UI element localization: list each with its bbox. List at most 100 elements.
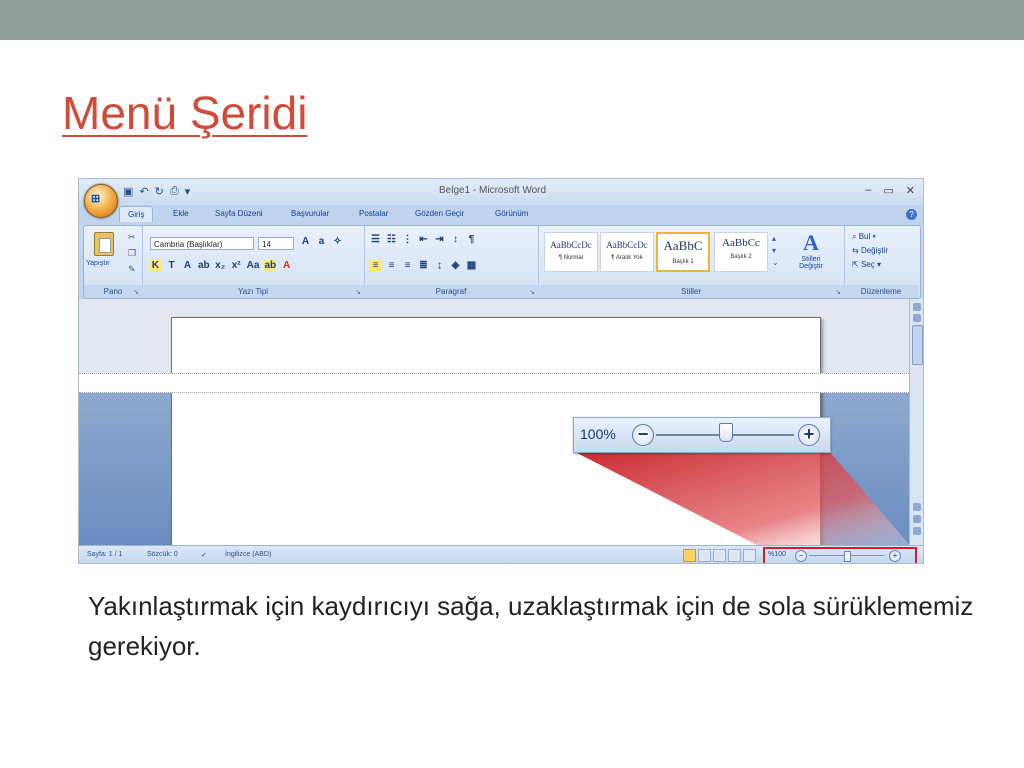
style-heading-1[interactable]: AaBbC Başlık 1 xyxy=(656,232,710,272)
close-icon[interactable]: ✕ xyxy=(906,184,915,197)
clear-format-icon[interactable]: ✧ xyxy=(332,236,343,247)
zoom-slider-thumb[interactable] xyxy=(719,423,733,442)
ribbon-tabs: Giriş Ekle Sayfa Düzeni Başvurular Posta… xyxy=(79,205,923,225)
zoom-out-small-icon[interactable]: − xyxy=(795,550,807,562)
draft-icon[interactable] xyxy=(743,549,756,562)
replace-label: Değiştir xyxy=(860,246,889,255)
web-layout-icon[interactable] xyxy=(713,549,726,562)
paste-button[interactable]: Yapıştır xyxy=(86,260,110,267)
help-icon[interactable]: ? xyxy=(906,209,917,220)
format-painter-icon[interactable]: ✎ xyxy=(128,264,136,275)
tab-ekle[interactable]: Ekle xyxy=(173,209,189,218)
shading-icon[interactable]: ◈ xyxy=(450,260,461,271)
clipboard-launcher-icon[interactable]: ↘ xyxy=(133,288,139,296)
scroll-thumb[interactable] xyxy=(912,325,923,365)
zoom-slider-small-thumb[interactable] xyxy=(844,551,851,562)
outline-icon[interactable] xyxy=(728,549,741,562)
status-page[interactable]: Sayfa: 1 / 1 xyxy=(87,551,122,558)
minimize-icon[interactable]: – xyxy=(865,184,871,197)
tab-basvurular[interactable]: Başvurular xyxy=(291,209,329,218)
slide-title: Menü Şeridi xyxy=(62,87,308,139)
styles-scroll-up-icon[interactable]: ▴ xyxy=(772,234,776,243)
copy-icon[interactable]: ❐ xyxy=(128,248,136,259)
line-spacing-icon[interactable]: ↨ xyxy=(434,260,445,271)
style-sample: AaBbCc xyxy=(722,237,760,249)
print-layout-icon[interactable] xyxy=(683,549,696,562)
replace-button[interactable]: ⇆ Değiştir xyxy=(852,246,888,255)
tab-giris[interactable]: Giriş xyxy=(119,206,154,222)
maximize-icon[interactable]: ▭ xyxy=(883,184,893,197)
pilcrow-icon[interactable]: ¶ xyxy=(466,234,477,245)
tab-sayfa-duzeni[interactable]: Sayfa Düzeni xyxy=(215,209,263,218)
bold-icon[interactable]: K xyxy=(150,260,161,271)
change-styles-button[interactable]: A Stilleri Değiştir xyxy=(790,230,832,270)
tab-gorunum[interactable]: Görünüm xyxy=(495,209,528,218)
decrease-indent-icon[interactable]: ⇤ xyxy=(418,234,429,245)
cut-icon[interactable]: ✂ xyxy=(128,232,136,243)
zoom-in-icon[interactable]: + xyxy=(798,424,820,446)
highlight-color-icon[interactable]: ab xyxy=(264,260,277,271)
align-center-icon[interactable]: ≡ xyxy=(386,260,397,271)
style-normal[interactable]: AaBbCcDc ¶ Normal xyxy=(544,232,598,272)
save-icon[interactable]: ▣ xyxy=(123,185,133,198)
print-icon[interactable]: ⎙ xyxy=(170,185,179,198)
styles-more-icon[interactable]: ⌄ xyxy=(772,258,779,267)
superscript-icon[interactable]: x² xyxy=(231,260,242,271)
shrink-font-icon[interactable]: a xyxy=(316,236,327,247)
italic-icon[interactable]: T xyxy=(166,260,177,271)
zoom-out-icon[interactable]: − xyxy=(632,424,654,446)
find-button[interactable]: ⌕ Bul ▾ xyxy=(852,232,876,242)
tab-postalar[interactable]: Postalar xyxy=(359,209,388,218)
subscript-icon[interactable]: x₂ xyxy=(215,260,226,271)
proofing-icon[interactable]: ✓ xyxy=(201,551,207,559)
align-left-icon[interactable]: ≡ xyxy=(370,260,381,271)
paragraph-launcher-icon[interactable]: ↘ xyxy=(529,288,535,296)
styles-scroll-down-icon[interactable]: ▾ xyxy=(772,246,776,255)
multilevel-list-icon[interactable]: ⋮ xyxy=(402,234,413,245)
font-color-icon[interactable]: A xyxy=(281,260,292,271)
redo-icon[interactable]: ↻ xyxy=(155,185,164,198)
paste-icon[interactable] xyxy=(94,232,114,256)
tab-gozden-gecir[interactable]: Gözden Geçir xyxy=(415,209,464,218)
quick-access-toolbar: ▣ ↶ ↻ ⎙ ▾ xyxy=(123,185,190,198)
styles-launcher-icon[interactable]: ↘ xyxy=(835,288,841,296)
underline-icon[interactable]: A xyxy=(182,260,193,271)
select-button[interactable]: ⇱ Seç ▾ xyxy=(852,260,881,269)
zoom-in-small-icon[interactable]: + xyxy=(889,550,901,562)
select-icon: ⇱ xyxy=(852,260,859,269)
office-button[interactable]: ⊞ xyxy=(84,184,118,218)
font-name-field[interactable]: Cambria (Başlıklar) xyxy=(150,237,254,250)
replace-icon: ⇆ xyxy=(852,246,859,255)
sort-icon[interactable]: ↕ xyxy=(450,234,461,245)
font-launcher-icon[interactable]: ↘ xyxy=(355,288,361,296)
style-name: Başlık 1 xyxy=(672,259,694,265)
scroll-up-icon[interactable] xyxy=(913,314,921,322)
status-words[interactable]: Sözcük: 0 xyxy=(147,551,178,558)
style-name: Başlık 2 xyxy=(730,254,752,260)
font-size-field[interactable]: 14 xyxy=(258,237,294,250)
increase-indent-icon[interactable]: ⇥ xyxy=(434,234,445,245)
borders-icon[interactable]: ▦ xyxy=(466,260,477,271)
prev-page-icon[interactable] xyxy=(913,515,921,523)
grow-font-icon[interactable]: A xyxy=(300,236,311,247)
change-case-icon[interactable]: Aa xyxy=(247,260,260,271)
undo-icon[interactable]: ↶ xyxy=(139,185,148,198)
bullets-icon[interactable]: ☰ xyxy=(370,234,381,245)
strikethrough-icon[interactable]: ab xyxy=(198,260,210,271)
style-heading-2[interactable]: AaBbCc Başlık 2 xyxy=(714,232,768,272)
justify-icon[interactable]: ≣ xyxy=(418,260,429,271)
align-right-icon[interactable]: ≡ xyxy=(402,260,413,271)
next-page-icon[interactable] xyxy=(913,527,921,535)
style-no-spacing[interactable]: AaBbCcDc ¶ Aralık Yok xyxy=(600,232,654,272)
zoom-percent-small[interactable]: %100 xyxy=(768,551,786,558)
word-screenshot: ▣ ↶ ↻ ⎙ ▾ Belge1 - Microsoft Word – ▭ ✕ … xyxy=(78,178,924,564)
ruler-toggle-icon[interactable] xyxy=(913,303,921,311)
vertical-scrollbar[interactable] xyxy=(909,299,923,545)
window-title: Belge1 - Microsoft Word xyxy=(439,185,547,196)
numbering-icon[interactable]: ☷ xyxy=(386,234,397,245)
group-label-font: Yazı Tipi xyxy=(142,285,364,298)
scroll-down-icon[interactable] xyxy=(913,503,921,511)
status-language[interactable]: İngilizce (ABD) xyxy=(225,551,271,558)
full-screen-reading-icon[interactable] xyxy=(698,549,711,562)
qat-dropdown-icon[interactable]: ▾ xyxy=(185,185,191,198)
